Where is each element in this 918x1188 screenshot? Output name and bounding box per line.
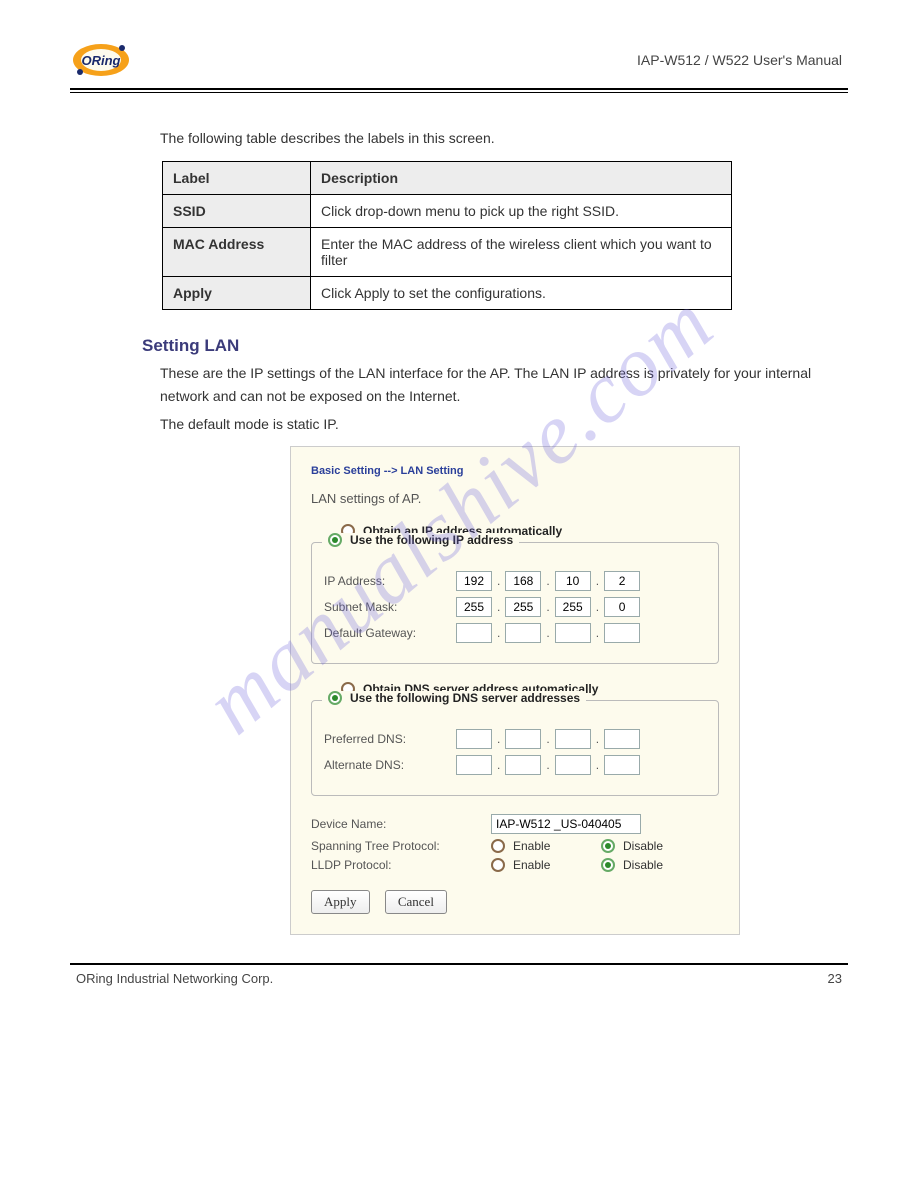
footer-rule (70, 963, 848, 965)
stp-label: Spanning Tree Protocol: (311, 839, 491, 853)
mask-octet-1[interactable] (456, 597, 492, 617)
ip-manual-option[interactable]: Use the following IP address (322, 533, 519, 547)
radio-icon (601, 839, 615, 853)
stp-enable-option[interactable]: Enable (491, 839, 601, 853)
device-name-input[interactable] (491, 814, 641, 834)
subnet-mask-label: Subnet Mask: (324, 600, 456, 614)
section-paragraph: The default mode is static IP. (160, 413, 848, 435)
stp-disable-option[interactable]: Disable (601, 839, 711, 853)
section-paragraph: These are the IP settings of the LAN int… (160, 362, 848, 407)
radio-icon (491, 858, 505, 872)
default-gateway-label: Default Gateway: (324, 626, 456, 640)
svg-text:ORing: ORing (82, 53, 121, 68)
breadcrumb: Basic Setting --> LAN Setting (311, 465, 719, 477)
brand-logo: ORing (70, 40, 132, 80)
cell-desc: Enter the MAC address of the wireless cl… (311, 228, 732, 277)
lldp-label: LLDP Protocol: (311, 858, 491, 872)
radio-icon (491, 839, 505, 853)
dns-manual-fieldset: Use the following DNS server addresses P… (311, 700, 719, 796)
table-head-desc: Description (311, 162, 732, 195)
dns-manual-option[interactable]: Use the following DNS server addresses (322, 691, 586, 705)
alternate-dns-label: Alternate DNS: (324, 758, 456, 772)
gw-octet-3[interactable] (555, 623, 591, 643)
mask-octet-4[interactable] (604, 597, 640, 617)
table-row: SSID Click drop-down menu to pick up the… (163, 195, 732, 228)
ip-address-label: IP Address: (324, 574, 456, 588)
pdns-octet-2[interactable] (505, 729, 541, 749)
apply-button[interactable]: Apply (311, 890, 370, 914)
lldp-disable-option[interactable]: Disable (601, 858, 711, 872)
footer-left: ORing Industrial Networking Corp. (76, 971, 273, 986)
mask-octet-3[interactable] (555, 597, 591, 617)
gw-octet-2[interactable] (505, 623, 541, 643)
section-heading: Setting LAN (142, 336, 848, 356)
table-head-label: Label (163, 162, 311, 195)
intro-text: The following table describes the labels… (160, 127, 848, 149)
header-rule (70, 88, 848, 90)
panel-subtitle: LAN settings of AP. (311, 491, 719, 506)
adns-octet-1[interactable] (456, 755, 492, 775)
mask-octet-2[interactable] (505, 597, 541, 617)
ip-octet-1[interactable] (456, 571, 492, 591)
cell-desc: Click drop-down menu to pick up the righ… (311, 195, 732, 228)
lldp-enable-option[interactable]: Enable (491, 858, 601, 872)
header-rule-thin (70, 92, 848, 93)
preferred-dns-label: Preferred DNS: (324, 732, 456, 746)
pdns-octet-1[interactable] (456, 729, 492, 749)
ip-octet-3[interactable] (555, 571, 591, 591)
cell-label: Apply (163, 277, 311, 310)
radio-icon (328, 691, 342, 705)
adns-octet-2[interactable] (505, 755, 541, 775)
adns-octet-4[interactable] (604, 755, 640, 775)
disable-label: Disable (623, 858, 663, 872)
radio-icon (328, 533, 342, 547)
pdns-octet-3[interactable] (555, 729, 591, 749)
page-header-title: IAP-W512 / W522 User's Manual (637, 52, 848, 68)
adns-octet-3[interactable] (555, 755, 591, 775)
radio-icon (601, 858, 615, 872)
table-row: Apply Click Apply to set the configurati… (163, 277, 732, 310)
lan-settings-panel: Basic Setting --> LAN Setting LAN settin… (290, 446, 740, 935)
pdns-octet-4[interactable] (604, 729, 640, 749)
cell-label: MAC Address (163, 228, 311, 277)
ip-octet-2[interactable] (505, 571, 541, 591)
ip-manual-fieldset: Use the following IP address IP Address:… (311, 542, 719, 664)
cell-label: SSID (163, 195, 311, 228)
gw-octet-4[interactable] (604, 623, 640, 643)
enable-label: Enable (513, 839, 550, 853)
ip-octet-4[interactable] (604, 571, 640, 591)
enable-label: Enable (513, 858, 550, 872)
ip-manual-label: Use the following IP address (350, 533, 513, 547)
disable-label: Disable (623, 839, 663, 853)
device-name-label: Device Name: (311, 817, 491, 831)
table-row: MAC Address Enter the MAC address of the… (163, 228, 732, 277)
gw-octet-1[interactable] (456, 623, 492, 643)
footer-right: 23 (828, 971, 842, 986)
cell-desc: Click Apply to set the configurations. (311, 277, 732, 310)
cancel-button[interactable]: Cancel (385, 890, 447, 914)
dns-manual-label: Use the following DNS server addresses (350, 691, 580, 705)
label-description-table: Label Description SSID Click drop-down m… (162, 161, 732, 310)
